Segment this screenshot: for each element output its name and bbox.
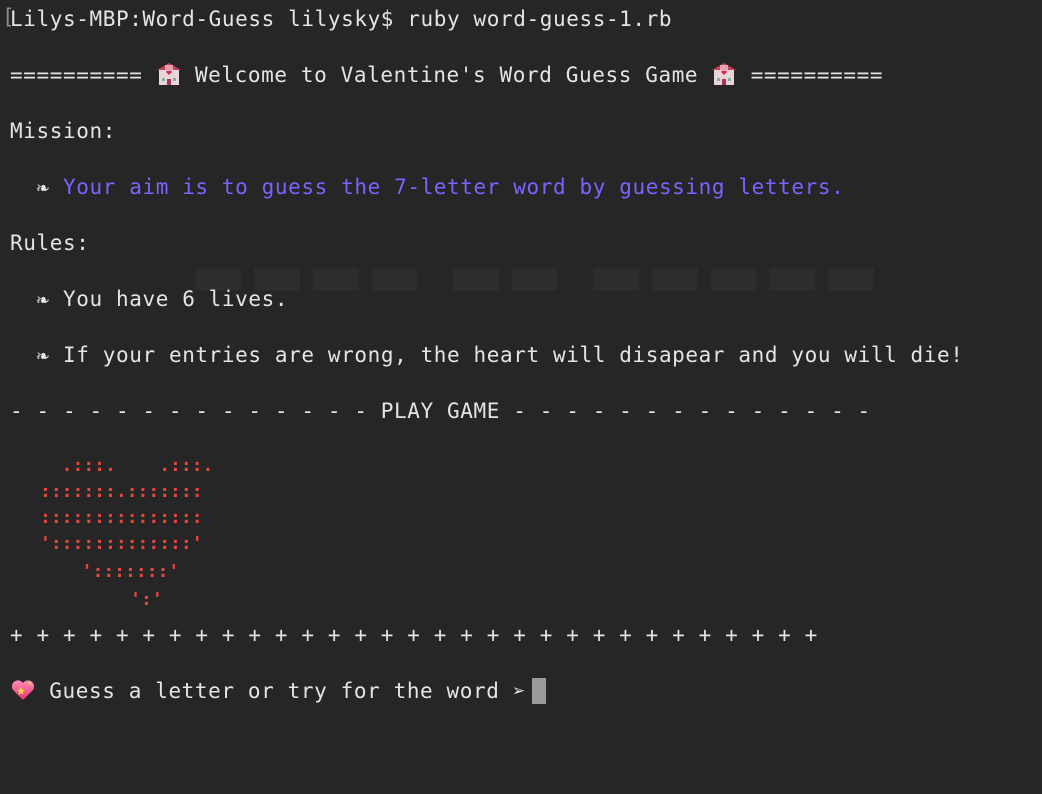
play-game-divider: - - - - - - - - - - - - - - PLAY GAME - … [10,399,871,423]
input-prompt-line[interactable]: Guess a letter or try for the word ➢ [10,676,547,706]
heart-art-line: .:::. .:::. [40,455,214,476]
fleuron-bullet-icon: ❧ [36,343,50,367]
heart-art-line: :::::::.::::::: [40,481,203,502]
fleuron-bullet-icon: ❧ [36,287,50,311]
welcome-left-rule: ========== [10,63,143,87]
shell-prompt-line: Lilys-MBP:Word-Guess lilysky$ ruby word-… [10,7,673,31]
mission-heading: Mission: [10,119,116,143]
welcome-right-rule: ========== [750,63,884,87]
text-cursor[interactable] [532,678,547,704]
heart-art-line: ':' [76,589,163,610]
love-hotel-icon [711,62,737,86]
sparkling-heart-icon [10,678,36,702]
fleuron-bullet-icon: ❧ [36,175,50,199]
input-prompt-text: Guess a letter or try for the word ➢ [49,679,527,703]
rule-text: You have 6 lives. [63,287,289,311]
plus-divider: + + + + + + + + + + + + + + + + + + + + … [10,623,818,647]
heart-art-line: ::::::::::::::: [40,507,203,528]
welcome-banner: ========== Welcome to Valentine's Word G… [10,60,883,90]
rules-heading: Rules: [10,231,90,255]
rule-text: If your entries are wrong, the heart wil… [63,343,964,367]
mission-item: ❧ Your aim is to guess the 7-letter word… [10,172,844,202]
rule-item: ❧ You have 6 lives. [10,284,288,314]
terminal-window[interactable]: ▬▬▬▬ ▬▬ ▬▬▬▬▬ [ Lilys-MBP:Word-Guess lil… [0,0,1042,794]
welcome-title: Welcome to Valentine's Word Guess Game [194,63,699,87]
heart-art-line: ':::::::' [60,561,180,582]
love-hotel-icon [156,62,182,86]
background-ghost-text: ▬▬▬▬ ▬▬ ▬▬▬▬▬ [190,240,881,310]
mission-text: Your aim is to guess the 7-letter word b… [63,175,845,199]
heart-art-line: ':::::::::::::' [40,533,203,554]
rule-item: ❧ If your entries are wrong, the heart w… [10,340,964,370]
